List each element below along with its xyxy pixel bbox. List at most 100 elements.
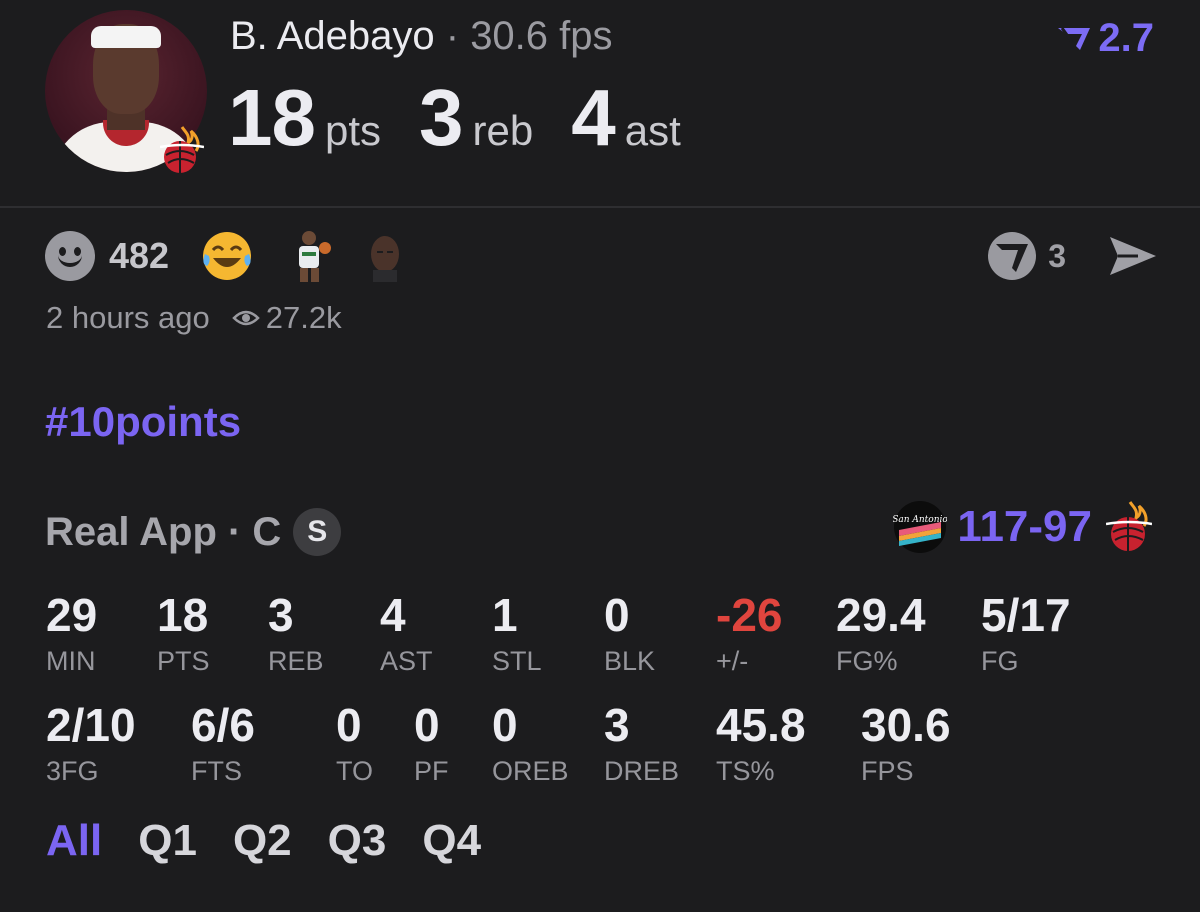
stat-label: TS% <box>716 756 775 786</box>
stat-blk: 0 BLK <box>604 592 655 677</box>
points-unit: pts <box>324 107 382 154</box>
header-divider <box>0 206 1200 208</box>
tab-all[interactable]: All <box>46 816 102 866</box>
stat-fts: 6/6 FTS <box>191 702 255 787</box>
stat-label: PF <box>414 756 449 786</box>
tab-q4[interactable]: Q4 <box>422 816 481 866</box>
stat-value: 29.4 <box>836 589 926 641</box>
heat-logo-icon <box>160 126 204 173</box>
tab-q1[interactable]: Q1 <box>138 816 197 866</box>
view-count: 27.2k <box>231 300 342 336</box>
coin-count: 3 <box>1048 237 1066 274</box>
stat-ast: 4 AST <box>380 592 433 677</box>
eye-icon <box>231 310 260 326</box>
stat-value: 0 <box>414 699 440 751</box>
heat-logo-icon <box>1106 501 1152 551</box>
post-time: 2 hours ago <box>46 300 210 335</box>
player-header: B. Adebayo · 30.6 fps 18 pts 3 reb 4 ast… <box>0 0 1200 206</box>
stat-fg-pct: 29.4 FG% <box>836 592 926 677</box>
game-source: Real App · C S <box>45 508 342 556</box>
player-title: B. Adebayo · 30.6 fps <box>230 14 613 59</box>
stat-label: TO <box>336 756 374 786</box>
stat-label: PTS <box>157 646 210 676</box>
player-post-card: B. Adebayo · 30.6 fps 18 pts 3 reb 4 ast… <box>0 0 1200 912</box>
stat-label: AST <box>380 646 433 676</box>
stat-value: 3 <box>268 589 294 641</box>
reaction-count[interactable]: 482 <box>109 235 169 277</box>
player-name[interactable]: B. Adebayo <box>230 14 435 58</box>
title-separator: · <box>445 14 460 58</box>
score-away: 97 <box>1043 502 1092 551</box>
starter-badge: S <box>293 508 342 556</box>
assists-value: 4 <box>571 73 615 162</box>
stat-value: 0 <box>492 699 518 751</box>
stat-label: 3FG <box>46 756 99 786</box>
score-text: 117-97 <box>957 502 1092 552</box>
rating-badge[interactable]: 2.7 <box>1056 16 1154 61</box>
real-logo-icon <box>1058 26 1091 50</box>
stat-value: 1 <box>492 589 518 641</box>
stat-reb: 3 REB <box>268 592 324 677</box>
stat-label: MIN <box>46 646 96 676</box>
stat-dreb: 3 DREB <box>604 702 679 787</box>
stat-label: BLK <box>604 646 656 676</box>
game-score[interactable]: San Antonio 117-97 <box>893 500 1152 554</box>
stat-value: -26 <box>716 589 783 641</box>
score-home: 117 <box>957 502 1029 551</box>
stat-oreb: 0 OREB <box>492 702 569 787</box>
stat-value: 18 <box>157 589 209 641</box>
view-count-value: 27.2k <box>265 300 342 335</box>
player-sticker-icon[interactable] <box>285 228 333 284</box>
stat-label: +/- <box>716 646 749 676</box>
tab-q2[interactable]: Q2 <box>233 816 292 866</box>
stat-value: 4 <box>380 589 406 641</box>
player-fps: 30.6 fps <box>470 14 613 58</box>
post-meta: 2 hours ago 27.2k <box>46 300 342 336</box>
stat-label: FG <box>981 646 1019 676</box>
stat-value: 0 <box>604 589 630 641</box>
stat-value: 6/6 <box>191 699 255 751</box>
headline-stats: 18 pts 3 reb 4 ast <box>228 72 719 164</box>
stat-label: FG% <box>836 646 898 676</box>
reactions-bar: 482 <box>45 228 407 284</box>
send-icon[interactable] <box>1108 235 1158 277</box>
rating-value: 2.7 <box>1098 16 1154 60</box>
smiley-mouth <box>58 253 82 267</box>
points-value: 18 <box>228 73 316 162</box>
real-coin-icon[interactable] <box>986 230 1038 282</box>
spurs-logo-icon: San Antonio <box>893 501 947 553</box>
stat-pts: 18 PTS <box>157 592 210 677</box>
headband-shape <box>91 26 161 48</box>
stat-label: REB <box>268 646 324 676</box>
stat-3fg: 2/10 3FG <box>46 702 136 787</box>
period-tabs: All Q1 Q2 Q3 Q4 <box>46 816 517 866</box>
smiley-icon[interactable] <box>45 231 95 281</box>
stat-value: 29 <box>46 589 98 641</box>
stat-value: 45.8 <box>716 699 806 751</box>
stat-label: STL <box>492 646 542 676</box>
hashtag-link[interactable]: #10points <box>45 398 241 446</box>
stat-value: 3 <box>604 699 630 751</box>
opponent-logo-text: San Antonio <box>893 515 947 525</box>
laughing-emoji-icon[interactable] <box>201 230 253 282</box>
rebounds-unit: reb <box>472 107 534 154</box>
stat-value: 5/17 <box>981 589 1071 641</box>
stat-fg: 5/17 FG <box>981 592 1071 677</box>
stat-to: 0 TO <box>336 702 373 787</box>
rebounds-value: 3 <box>419 73 463 162</box>
stat-value: 30.6 <box>861 699 951 751</box>
stat-fps: 30.6 FPS <box>861 702 951 787</box>
stat-plus-minus: -26 +/- <box>716 592 782 677</box>
stat-label: DREB <box>604 756 680 786</box>
player-head-sticker-icon[interactable] <box>363 230 407 282</box>
stat-value: 0 <box>336 699 362 751</box>
tab-q3[interactable]: Q3 <box>328 816 387 866</box>
assists-unit: ast <box>624 107 681 154</box>
stat-value: 2/10 <box>46 699 136 751</box>
stat-min: 29 MIN <box>46 592 97 677</box>
stat-ts-pct: 45.8 TS% <box>716 702 806 787</box>
stat-label: FTS <box>191 756 242 786</box>
stat-label: FPS <box>861 756 914 786</box>
score-dash: - <box>1028 502 1044 551</box>
share-group: 3 <box>986 228 1158 284</box>
